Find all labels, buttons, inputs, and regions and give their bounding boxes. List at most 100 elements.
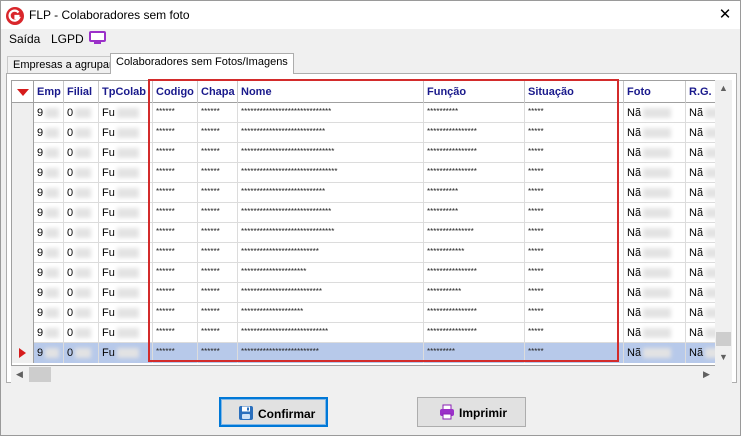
row-indicator[interactable] [12, 163, 34, 183]
table-row[interactable]: 90Fu************************************… [12, 203, 727, 223]
table-row[interactable]: 90Fu************************************… [12, 223, 727, 243]
scroll-up-icon[interactable]: ▲ [715, 80, 732, 97]
cell-emp[interactable]: 9 [34, 223, 64, 243]
cell-codigo[interactable]: ****** [153, 163, 198, 183]
cell-funcao[interactable]: ************ [424, 243, 525, 263]
cell-chapa[interactable]: ****** [198, 223, 238, 243]
cell-codigo[interactable]: ****** [153, 343, 198, 363]
cell-situacao[interactable]: ***** [525, 223, 624, 243]
cell-foto[interactable]: Nã [624, 203, 686, 223]
scroll-right-icon[interactable]: ▶ [698, 366, 715, 383]
cell-tpcolab[interactable]: Fu [99, 223, 153, 243]
cell-filial[interactable]: 0 [64, 103, 99, 123]
cell-emp[interactable]: 9 [34, 303, 64, 323]
cell-filial[interactable]: 0 [64, 263, 99, 283]
cell-nome[interactable]: *************************** [238, 183, 424, 203]
cell-emp[interactable]: 9 [34, 103, 64, 123]
cell-tpcolab[interactable]: Fu [99, 303, 153, 323]
cell-filial[interactable]: 0 [64, 343, 99, 363]
column-header-codigo[interactable]: Codigo [153, 81, 198, 103]
cell-situacao[interactable]: ***** [525, 263, 624, 283]
cell-situacao[interactable]: ***** [525, 183, 624, 203]
cell-emp[interactable]: 9 [34, 143, 64, 163]
cell-filial[interactable]: 0 [64, 123, 99, 143]
cell-emp[interactable]: 9 [34, 323, 64, 343]
cell-chapa[interactable]: ****** [198, 303, 238, 323]
cell-situacao[interactable]: ***** [525, 143, 624, 163]
cell-nome[interactable]: ******************************* [238, 163, 424, 183]
cell-foto[interactable]: Nã [624, 323, 686, 343]
cell-chapa[interactable]: ****** [198, 123, 238, 143]
row-indicator[interactable] [12, 263, 34, 283]
table-row[interactable]: 90Fu************************************… [12, 343, 727, 363]
cell-nome[interactable]: ************************** [238, 283, 424, 303]
cell-chapa[interactable]: ****** [198, 103, 238, 123]
vertical-scroll-thumb[interactable] [716, 332, 731, 346]
cell-situacao[interactable]: ***** [525, 163, 624, 183]
table-row[interactable]: 90Fu************************************… [12, 143, 727, 163]
cell-nome[interactable]: ******************** [238, 303, 424, 323]
tab-colaboradores-sem-fotos[interactable]: Colaboradores sem Fotos/Imagens [110, 53, 294, 74]
cell-tpcolab[interactable]: Fu [99, 183, 153, 203]
cell-emp[interactable]: 9 [34, 343, 64, 363]
cell-filial[interactable]: 0 [64, 183, 99, 203]
cell-emp[interactable]: 9 [34, 183, 64, 203]
cell-filial[interactable]: 0 [64, 163, 99, 183]
cell-nome[interactable]: **************************** [238, 323, 424, 343]
cell-foto[interactable]: Nã [624, 343, 686, 363]
cell-funcao[interactable]: ********** [424, 183, 525, 203]
row-indicator[interactable] [12, 343, 34, 363]
cell-funcao[interactable]: *********** [424, 283, 525, 303]
column-header-situacao[interactable]: Situação [525, 81, 624, 103]
cell-situacao[interactable]: ***** [525, 203, 624, 223]
row-indicator[interactable] [12, 303, 34, 323]
cell-chapa[interactable]: ****** [198, 323, 238, 343]
column-header-tpcolab[interactable]: TpColab [99, 81, 153, 103]
cell-situacao[interactable]: ***** [525, 243, 624, 263]
table-row[interactable]: 90Fu************************************… [12, 243, 727, 263]
scroll-down-icon[interactable]: ▼ [715, 349, 732, 366]
cell-foto[interactable]: Nã [624, 243, 686, 263]
cell-funcao[interactable]: ********** [424, 203, 525, 223]
horizontal-scroll-thumb[interactable] [29, 367, 51, 382]
cell-codigo[interactable]: ****** [153, 303, 198, 323]
row-indicator[interactable] [12, 283, 34, 303]
cell-foto[interactable]: Nã [624, 303, 686, 323]
cell-emp[interactable]: 9 [34, 123, 64, 143]
cell-codigo[interactable]: ****** [153, 203, 198, 223]
cell-codigo[interactable]: ****** [153, 263, 198, 283]
cell-funcao[interactable]: **************** [424, 143, 525, 163]
cell-funcao[interactable]: **************** [424, 263, 525, 283]
cell-tpcolab[interactable]: Fu [99, 343, 153, 363]
cell-foto[interactable]: Nã [624, 263, 686, 283]
cell-chapa[interactable]: ****** [198, 263, 238, 283]
row-indicator[interactable] [12, 143, 34, 163]
column-header-filial[interactable]: Filial [64, 81, 99, 103]
cell-nome[interactable]: ***************************** [238, 203, 424, 223]
column-header-foto[interactable]: Foto [624, 81, 686, 103]
cell-tpcolab[interactable]: Fu [99, 163, 153, 183]
table-row[interactable]: 90Fu************************************… [12, 323, 727, 343]
cell-codigo[interactable]: ****** [153, 143, 198, 163]
cell-emp[interactable]: 9 [34, 243, 64, 263]
menu-lgpd[interactable]: LGPD [51, 32, 84, 46]
cell-emp[interactable]: 9 [34, 203, 64, 223]
cell-codigo[interactable]: ****** [153, 103, 198, 123]
close-icon[interactable]: ✕ [713, 5, 737, 25]
column-header-nome[interactable]: Nome [238, 81, 424, 103]
cell-filial[interactable]: 0 [64, 143, 99, 163]
print-button[interactable]: Imprimir [417, 397, 526, 427]
cell-codigo[interactable]: ****** [153, 243, 198, 263]
cell-filial[interactable]: 0 [64, 303, 99, 323]
cell-codigo[interactable]: ****** [153, 183, 198, 203]
column-header-chapa[interactable]: Chapa [198, 81, 238, 103]
row-indicator[interactable] [12, 243, 34, 263]
table-row[interactable]: 90Fu************************************… [12, 103, 727, 123]
cell-nome[interactable]: ***************************** [238, 103, 424, 123]
cell-nome[interactable]: ********************* [238, 263, 424, 283]
cell-filial[interactable]: 0 [64, 283, 99, 303]
cell-foto[interactable]: Nã [624, 223, 686, 243]
cell-chapa[interactable]: ****** [198, 203, 238, 223]
cell-funcao[interactable]: **************** [424, 323, 525, 343]
table-row[interactable]: 90Fu************************************… [12, 123, 727, 143]
